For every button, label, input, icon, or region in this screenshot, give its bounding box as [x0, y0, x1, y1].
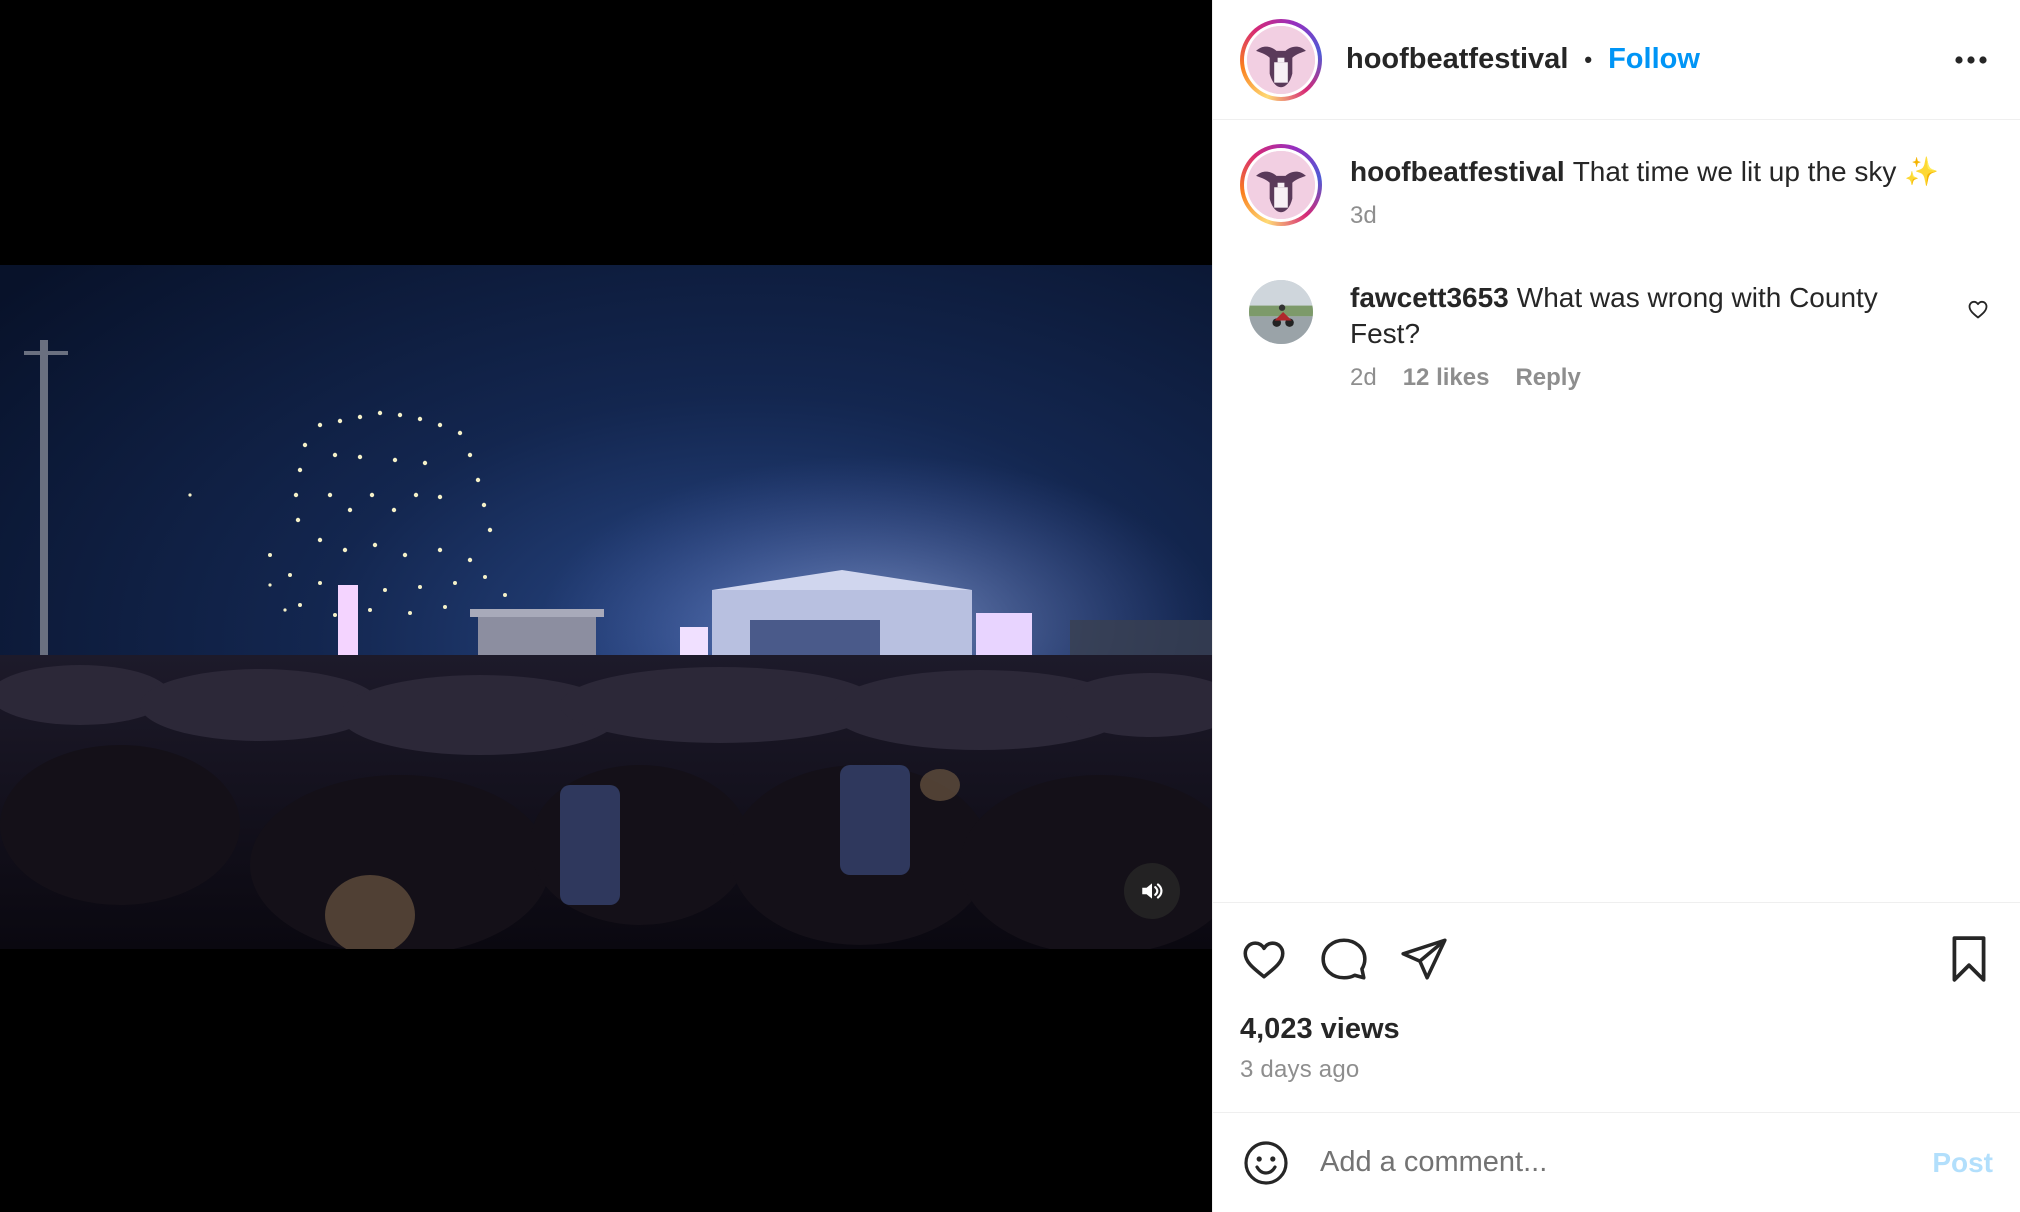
comment-body: fawcett3653 What was wrong with County Fe…	[1350, 280, 1950, 392]
heart-outline-icon	[1968, 300, 1988, 319]
more-options-button[interactable]	[1949, 38, 1993, 82]
caption-author-avatar[interactable]	[1240, 144, 1322, 226]
like-comment-button[interactable]	[1963, 294, 1993, 324]
media-pane	[0, 0, 1212, 1212]
caption-meta: 3d	[1350, 202, 1939, 230]
caption-text: That time we lit up the sky ✨	[1572, 156, 1940, 187]
commenter-avatar[interactable]	[1249, 280, 1313, 344]
author-avatar[interactable]	[1240, 18, 1322, 101]
caption-timestamp[interactable]: 3d	[1350, 202, 1377, 230]
emoji-picker-button[interactable]	[1240, 1137, 1292, 1189]
paper-plane-icon	[1401, 938, 1447, 980]
mute-toggle-button[interactable]	[1124, 863, 1180, 919]
caption-line: hoofbeatfestival That time we lit up the …	[1350, 154, 1939, 190]
view-count[interactable]: 4,023 views	[1240, 1013, 1993, 1046]
comment-line: fawcett3653 What was wrong with County Fe…	[1350, 280, 1950, 352]
comment-button[interactable]	[1316, 931, 1372, 987]
video-frame	[0, 265, 1212, 949]
separator-dot: •	[1584, 46, 1593, 72]
action-bar	[1240, 931, 1993, 987]
speaker-on-icon	[1142, 883, 1163, 899]
reply-button[interactable]: Reply	[1515, 364, 1580, 392]
bull-skull-logo-icon	[1247, 151, 1315, 219]
comment-bubble-icon	[1321, 938, 1367, 980]
caption-body: hoofbeatfestival That time we lit up the …	[1350, 144, 1939, 230]
bull-skull-logo-icon	[1247, 25, 1315, 94]
post-comment-button[interactable]: Post	[1932, 1147, 1993, 1179]
post-details-pane: hoofbeatfestival • Follow hoofbeatfestiv…	[1212, 0, 2020, 1212]
comment-username[interactable]: fawcett3653	[1350, 282, 1509, 313]
comment-timestamp[interactable]: 2d	[1350, 364, 1377, 392]
author-username[interactable]: hoofbeatfestival	[1346, 43, 1568, 76]
add-comment-input[interactable]	[1320, 1146, 1933, 1179]
comment-composer: Post	[1213, 1112, 2020, 1212]
post-video[interactable]	[0, 265, 1212, 949]
caption-username[interactable]: hoofbeatfestival	[1350, 156, 1565, 187]
follow-button[interactable]: Follow	[1608, 43, 1700, 76]
comments-section: hoofbeatfestival That time we lit up the …	[1213, 120, 2020, 902]
comment-likes[interactable]: 12 likes	[1403, 364, 1490, 392]
post-caption: hoofbeatfestival That time we lit up the …	[1240, 144, 1993, 230]
post-date[interactable]: 3 days ago	[1240, 1056, 1993, 1084]
share-button[interactable]	[1396, 931, 1452, 987]
smiley-face-icon	[1244, 1140, 1288, 1185]
post-actions-section: 4,023 views 3 days ago	[1213, 902, 2020, 1112]
comment-meta: 2d 12 likes Reply	[1350, 364, 1950, 392]
like-button[interactable]	[1236, 931, 1292, 987]
bookmark-icon	[1952, 936, 1986, 982]
save-button[interactable]	[1941, 931, 1997, 987]
motorcycle-photo-icon	[1249, 280, 1313, 344]
heart-outline-icon	[1243, 941, 1285, 979]
more-horizontal-icon	[1955, 55, 1987, 64]
comment-item: fawcett3653 What was wrong with County Fe…	[1240, 280, 1993, 392]
post-header: hoofbeatfestival • Follow	[1213, 0, 2020, 120]
